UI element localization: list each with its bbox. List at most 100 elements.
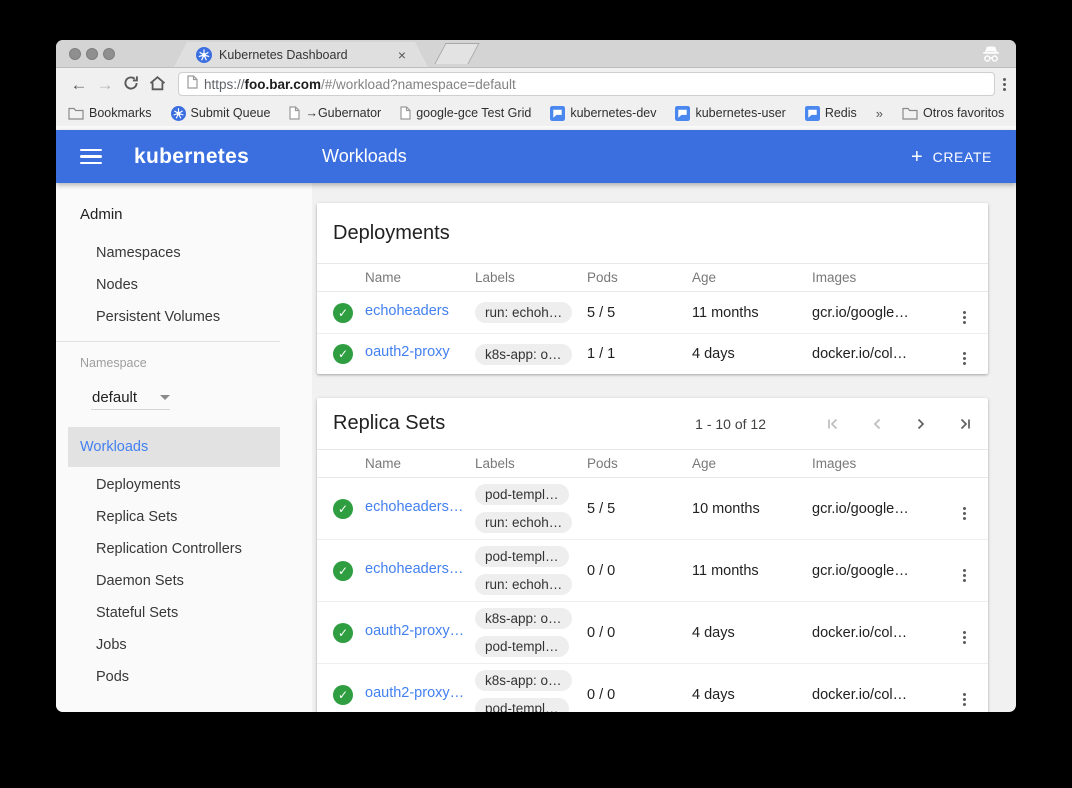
reload-button[interactable] [118,75,144,94]
resource-link[interactable]: oauth2-proxy… [365,623,464,639]
status-ok-icon: ✓ [333,623,353,643]
bookmark-item[interactable]: Bookmarks [68,106,152,120]
browser-tab[interactable]: Kubernetes Dashboard × [174,42,428,67]
app-header: kubernetes Workloads + CREATE [56,130,1016,183]
sidebar-item-daemon-sets[interactable]: Daemon Sets [56,565,312,597]
sidebar-item-nodes[interactable]: Nodes [56,269,312,301]
bookmark-item[interactable]: google-gce Test Grid [400,106,531,120]
row-menu-button[interactable] [959,298,970,328]
kebab-icon [963,693,966,706]
name-cell: oauth2-proxy [365,344,475,364]
sidebar-item-namespaces[interactable]: Namespaces [56,237,312,269]
bookmark-item[interactable]: Redis [805,106,857,121]
column-header-age: Age [692,456,812,471]
row-menu-button[interactable] [959,494,970,524]
age-cell: 10 months [692,501,812,517]
labels-cell: pod-templ…run: echoh… [475,540,587,601]
pods-cell: 5 / 5 [587,305,692,321]
url-text: https://foo.bar.com/#/workload?namespace… [204,77,516,92]
status-cell: ✓ [317,561,365,581]
table-row: ✓oauth2-proxy…k8s-app: o…pod-templ…0 / 0… [317,601,988,663]
bookmark-item[interactable]: kubernetes-dev [550,106,656,121]
images-cell: docker.io/col… [812,625,940,641]
pods-cell: 0 / 0 [587,687,692,703]
resource-link[interactable]: echoheaders [365,303,449,319]
column-header-age: Age [692,270,812,285]
row-menu-button[interactable] [959,339,970,369]
content: Admin NamespacesNodesPersistent Volumes … [56,183,1016,712]
card-title: Deployments [333,222,450,245]
sidebar-section-admin[interactable]: Admin [80,205,312,225]
images-cell: gcr.io/google… [812,305,940,321]
column-header-images: Images [812,270,940,285]
sidebar-item-stateful-sets[interactable]: Stateful Sets [56,597,312,629]
table-body: ✓echoheadersrun: echoh…5 / 511 monthsgcr… [317,292,988,374]
sidebar-item-persistent-volumes[interactable]: Persistent Volumes [56,301,312,333]
bookmark-item[interactable]: →Gubernator [289,106,381,120]
images-cell: gcr.io/google… [812,501,940,517]
page-title: Workloads [322,146,407,167]
row-menu-button[interactable] [959,680,970,710]
resource-link[interactable]: echoheaders… [365,561,463,577]
pagination: 1 - 10 of 12 [695,416,972,432]
column-header-labels: Labels [475,456,587,471]
page-next-button[interactable] [914,417,928,431]
page-last-button[interactable] [958,417,972,431]
namespace-select[interactable]: default [91,386,170,410]
pods-cell: 1 / 1 [587,346,692,362]
page-icon [187,75,198,94]
forward-button[interactable]: → [92,76,118,93]
name-cell: echoheaders… [365,561,475,581]
sidebar-item-workloads[interactable]: Workloads [68,427,280,467]
folder-icon [68,106,84,120]
pods-cell: 5 / 5 [587,501,692,517]
bookmark-label: Redis [825,106,857,120]
bookmark-item[interactable]: Submit Queue [171,106,271,121]
chat-icon [550,106,565,121]
sidebar-item-deployments[interactable]: Deployments [56,469,312,501]
hamburger-menu-icon[interactable] [80,149,102,165]
minimize-window-button[interactable] [86,48,98,60]
new-tab-button[interactable] [434,43,479,64]
age-cell: 11 months [692,563,812,579]
tab-close-icon[interactable]: × [398,48,406,62]
status-cell: ✓ [317,685,365,705]
sidebar-item-replication-controllers[interactable]: Replication Controllers [56,533,312,565]
admin-items: NamespacesNodesPersistent Volumes [56,237,312,333]
label-chip: pod-templ… [475,636,569,657]
chevron-down-icon [160,395,170,400]
url-bar[interactable]: https://foo.bar.com/#/workload?namespace… [178,72,995,96]
status-ok-icon: ✓ [333,344,353,364]
resource-link[interactable]: oauth2-proxy [365,344,450,360]
tab-title: Kubernetes Dashboard [219,48,398,62]
page-prev-button[interactable] [870,417,884,431]
home-button[interactable] [144,75,170,94]
zoom-window-button[interactable] [103,48,115,60]
name-cell: echoheaders [365,303,475,323]
page-first-button[interactable] [826,417,840,431]
resource-link[interactable]: echoheaders… [365,499,463,515]
replica-sets-card: Replica Sets 1 - 10 of 12 NameLabelsPods… [317,398,988,712]
images-cell: docker.io/col… [812,687,940,703]
sidebar-item-jobs[interactable]: Jobs [56,629,312,661]
table-row: ✓echoheadersrun: echoh…5 / 511 monthsgcr… [317,292,988,333]
create-button[interactable]: + CREATE [911,147,992,167]
status-ok-icon: ✓ [333,561,353,581]
column-header-pods: Pods [587,270,692,285]
close-window-button[interactable] [69,48,81,60]
browser-menu-button[interactable] [1003,78,1006,91]
resource-link[interactable]: oauth2-proxy… [365,685,464,701]
row-menu-button[interactable] [959,618,970,648]
pods-cell: 0 / 0 [587,563,692,579]
bookmarks-overflow-button[interactable]: » [876,106,883,121]
sidebar-item-replica-sets[interactable]: Replica Sets [56,501,312,533]
main-panel: Deployments NameLabelsPodsAgeImages ✓ech… [312,183,1016,712]
row-menu-button[interactable] [959,556,970,586]
bookmark-item[interactable]: Otros favoritos [902,106,1004,120]
back-button[interactable]: ← [66,76,92,93]
label-chip: k8s-app: o… [475,608,572,629]
sidebar-item-pods[interactable]: Pods [56,661,312,693]
status-cell: ✓ [317,303,365,323]
bookmark-item[interactable]: kubernetes-user [675,106,785,121]
page-icon [400,106,411,120]
